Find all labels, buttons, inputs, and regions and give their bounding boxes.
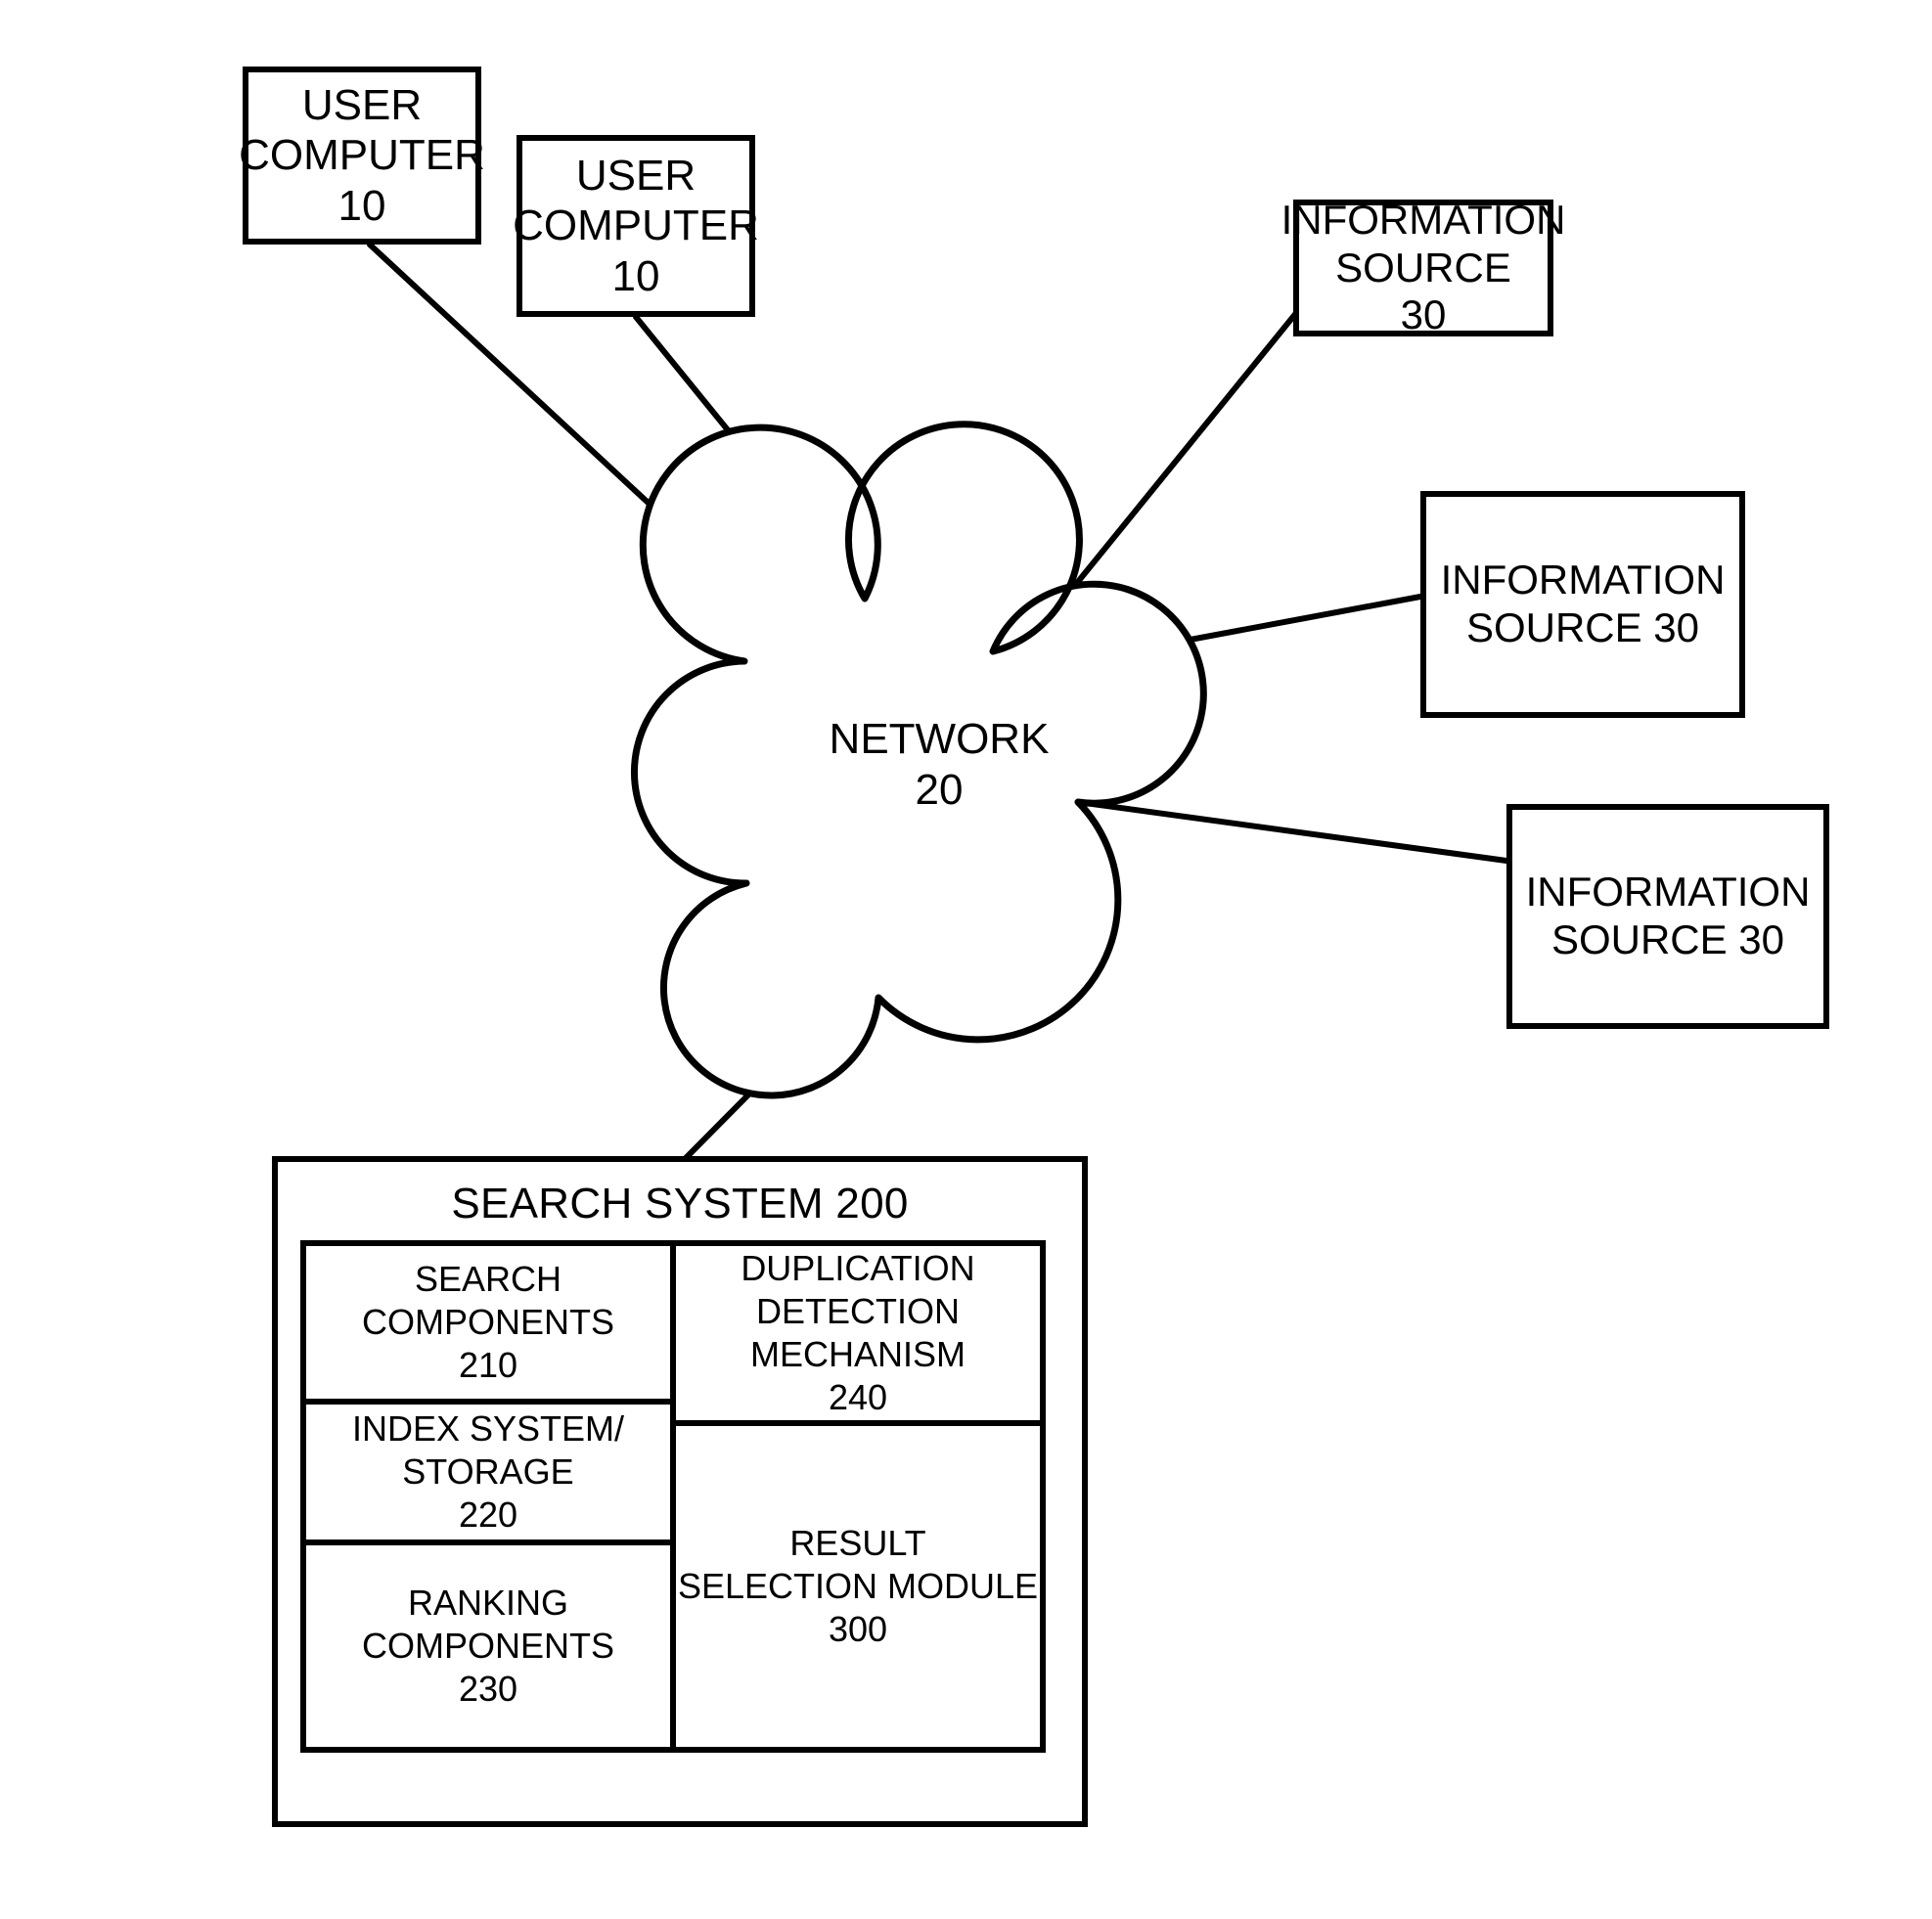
search-system-right-column: DUPLICATION DETECTION MECHANISM 240 RESU… — [670, 1246, 1040, 1747]
search-system-left-column: SEARCH COMPONENTS 210 INDEX SYSTEM/ STOR… — [306, 1246, 670, 1747]
search-components-line-1: SEARCH — [414, 1259, 562, 1300]
duplication-detection-line-3: MECHANISM — [749, 1334, 966, 1374]
search-system-title: SEARCH SYSTEM 200 — [451, 1180, 909, 1227]
user-computer-2-line-2: COMPUTER — [513, 201, 759, 250]
duplication-detection-line-1: DUPLICATION — [741, 1248, 975, 1289]
component-result-selection-module: RESULT SELECTION MODULE 300 — [676, 1426, 1040, 1747]
index-system-line-2: STORAGE — [402, 1451, 574, 1493]
user-computer-1-line-1: USER — [301, 81, 423, 130]
ranking-components-reference-numeral: 230 — [458, 1668, 518, 1709]
patent-figure: USER COMPUTER 10 USER COMPUTER 10 INFORM… — [0, 0, 1932, 1919]
search-system-container: SEARCH SYSTEM 200 SEARCH COMPONENTS 210 … — [272, 1156, 1088, 1827]
user-computer-1-reference-numeral: 10 — [337, 181, 386, 230]
node-information-source-1: INFORMATION SOURCE 30 — [1281, 197, 1566, 338]
node-user-computer-1: USER COMPUTER 10 — [239, 67, 485, 245]
index-system-reference-numeral: 220 — [458, 1494, 518, 1535]
component-ranking-components: RANKING COMPONENTS 230 — [306, 1545, 670, 1747]
component-duplication-detection-mechanism: DUPLICATION DETECTION MECHANISM 240 — [676, 1246, 1040, 1426]
information-source-3-line-1: INFORMATION — [1525, 869, 1811, 915]
ranking-components-line-1: RANKING — [407, 1583, 569, 1624]
user-computer-2-line-1: USER — [575, 152, 696, 201]
search-components-line-2: COMPONENTS — [361, 1302, 614, 1343]
node-information-source-2: INFORMATION SOURCE 30 — [1420, 491, 1745, 718]
cloud-outline — [631, 421, 1207, 1099]
user-computer-2-reference-numeral: 10 — [611, 251, 660, 300]
node-information-source-3: INFORMATION SOURCE 30 — [1506, 804, 1829, 1029]
search-components-reference-numeral: 210 — [458, 1344, 518, 1385]
information-source-1-line-2: SOURCE — [1335, 244, 1511, 290]
ranking-components-line-2: COMPONENTS — [361, 1626, 614, 1667]
node-user-computer-2: USER COMPUTER 10 — [513, 135, 759, 317]
result-selection-line-1: RESULT — [789, 1523, 926, 1564]
user-computer-1-line-2: COMPUTER — [239, 131, 485, 180]
information-source-1-reference-numeral: 30 — [1400, 291, 1447, 338]
result-selection-reference-numeral: 300 — [828, 1608, 888, 1649]
result-selection-line-2: SELECTION MODULE — [677, 1566, 1039, 1607]
information-source-2-line-1: INFORMATION — [1440, 557, 1726, 603]
duplication-detection-line-2: DETECTION — [755, 1291, 960, 1332]
search-system-component-grid: SEARCH COMPONENTS 210 INDEX SYSTEM/ STOR… — [300, 1240, 1046, 1753]
component-index-system-storage: INDEX SYSTEM/ STORAGE 220 — [306, 1405, 670, 1545]
information-source-3-line-2: SOURCE 30 — [1550, 916, 1785, 962]
information-source-1-line-1: INFORMATION — [1281, 196, 1566, 243]
information-source-2-line-2: SOURCE 30 — [1465, 604, 1700, 650]
index-system-line-1: INDEX SYSTEM/ — [351, 1408, 625, 1450]
duplication-detection-reference-numeral: 240 — [828, 1376, 888, 1417]
component-search-components: SEARCH COMPONENTS 210 — [306, 1246, 670, 1405]
